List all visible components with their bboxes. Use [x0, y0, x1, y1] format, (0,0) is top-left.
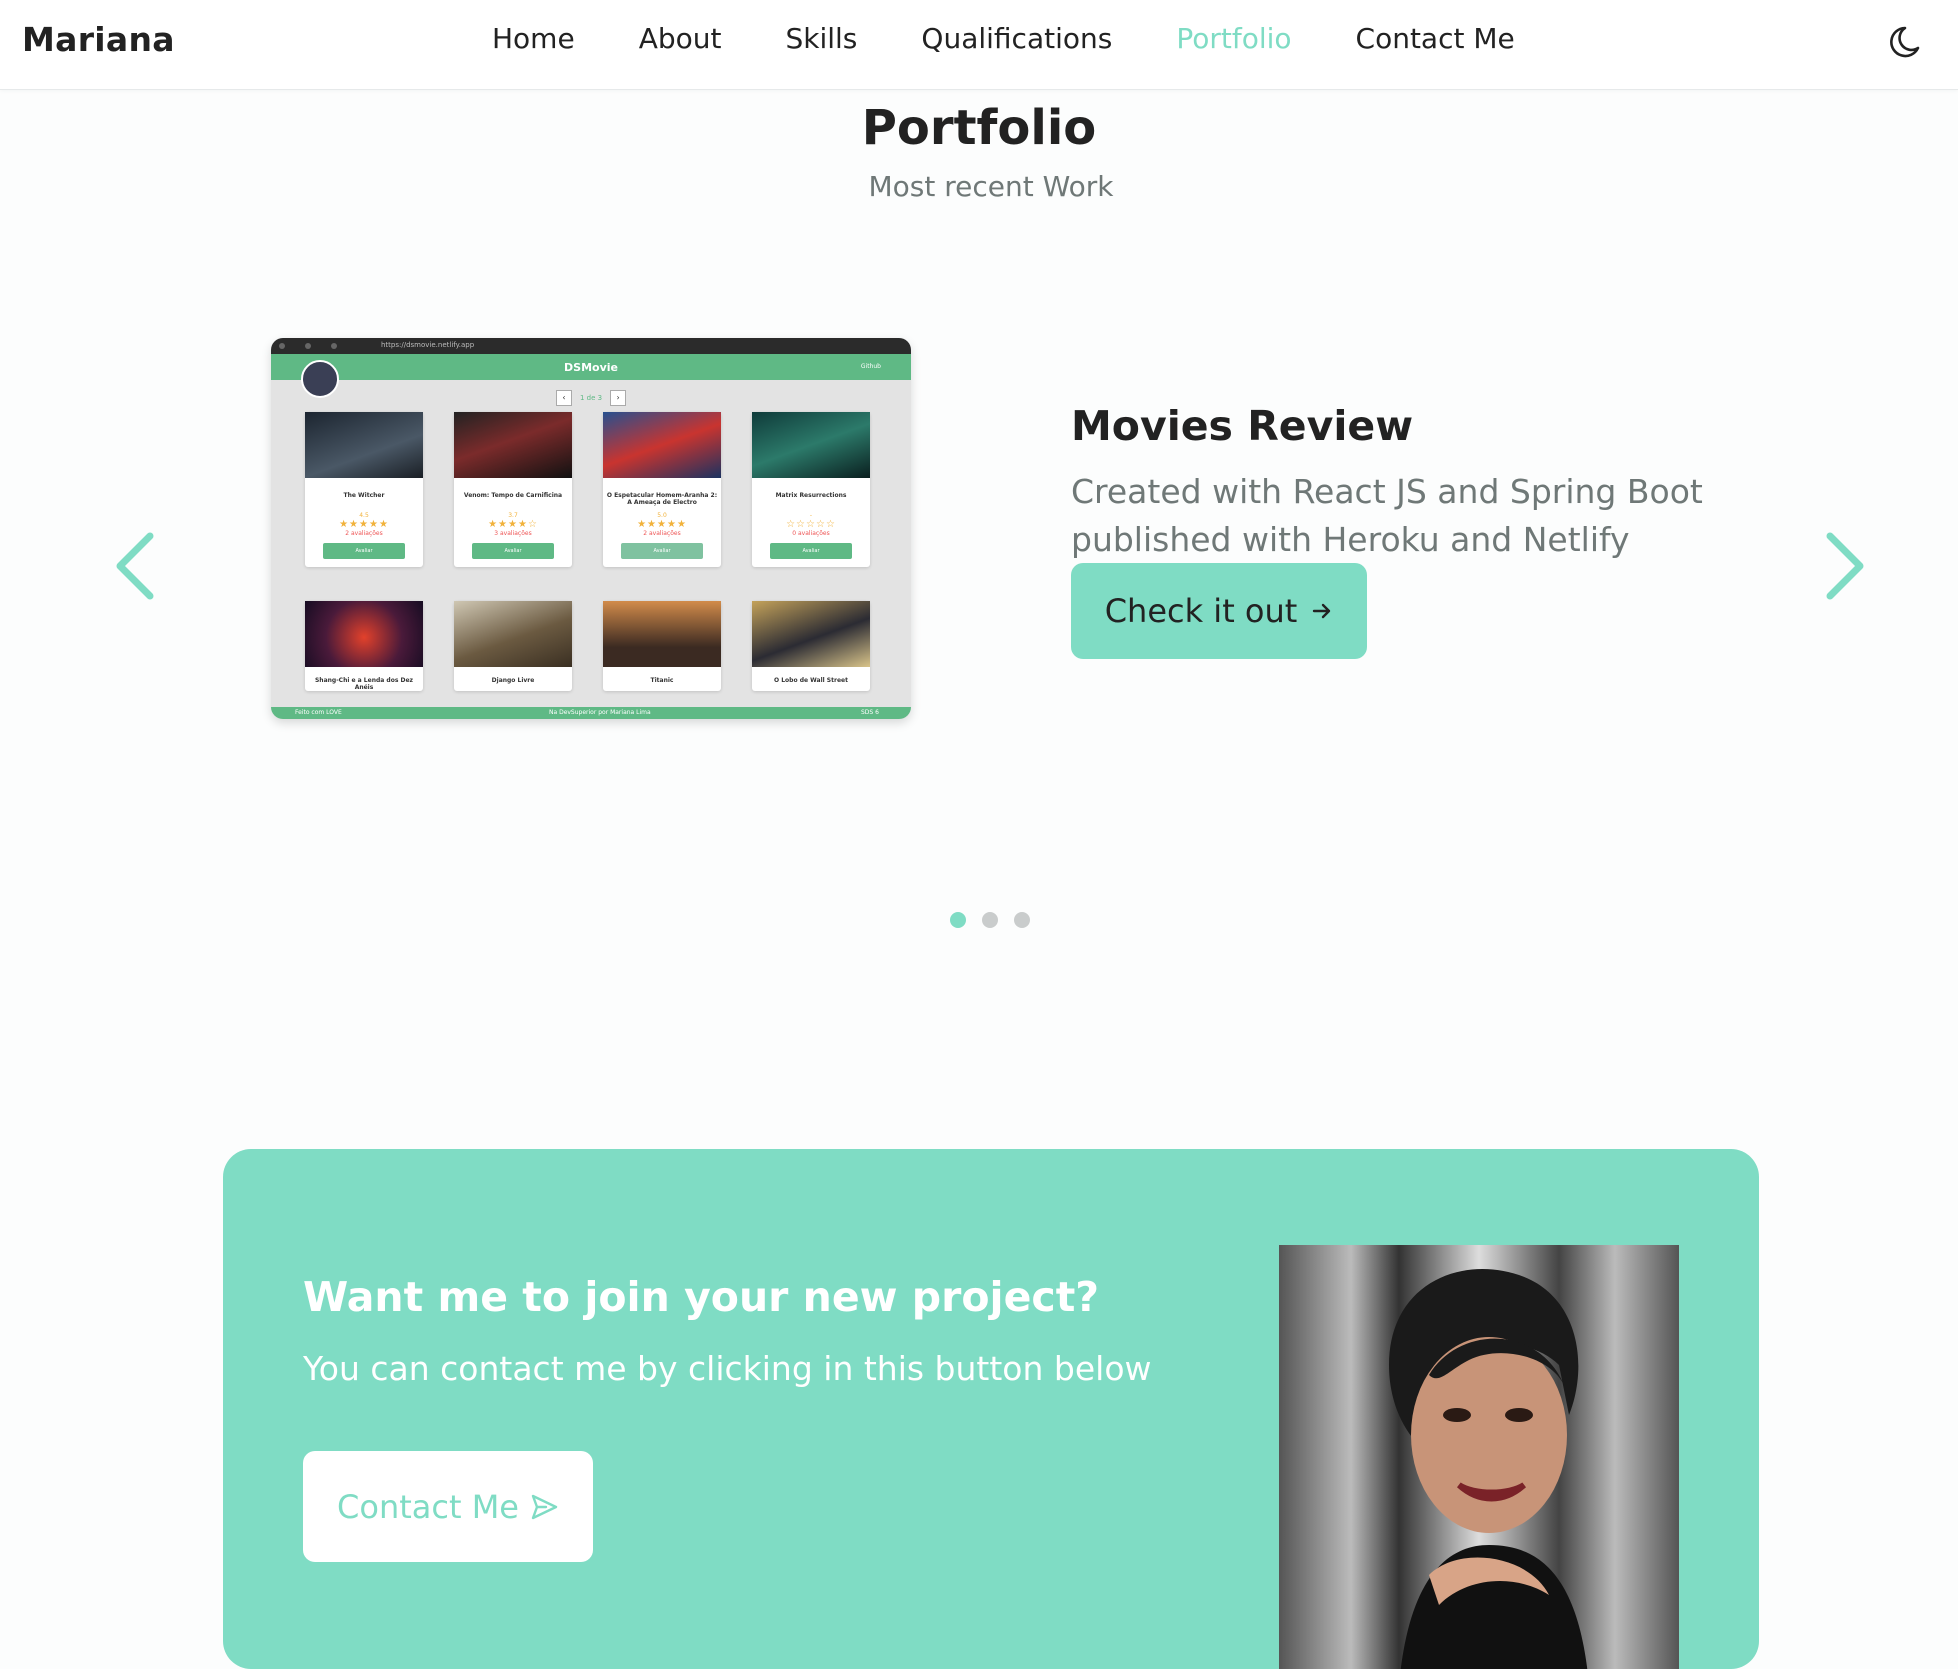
movie-card: Venom: Tempo de Carnificina 3.7 ★★★★☆ 3 …: [454, 412, 572, 567]
profile-portrait: [1279, 1245, 1679, 1669]
carousel-dot-1[interactable]: [950, 912, 966, 928]
carousel-pagination: [950, 912, 1030, 928]
logo[interactable]: Mariana: [22, 20, 175, 59]
movie-card: Titanic: [603, 601, 721, 691]
contact-banner: Want me to join your new project? You ca…: [223, 1149, 1759, 1669]
movie-card: Django Livre: [454, 601, 572, 691]
movie-card: The Witcher 4.5 ★★★★★ 2 avaliações Avali…: [305, 412, 423, 567]
chevron-left-icon[interactable]: [112, 530, 162, 602]
banner-title: Want me to join your new project?: [303, 1273, 1100, 1321]
chevron-left-icon: ‹: [556, 390, 572, 406]
movie-card: O Lobo de Wall Street: [752, 601, 870, 691]
app-logo-avatar: [301, 360, 339, 398]
nav-portfolio[interactable]: Portfolio: [1176, 22, 1291, 55]
movie-card: Shang-Chi e a Lenda dos Dez Anéis: [305, 601, 423, 691]
moon-icon[interactable]: [1888, 22, 1928, 62]
banner-subtitle: You can contact me by clicking in this b…: [303, 1349, 1152, 1388]
nav-home[interactable]: Home: [492, 22, 575, 55]
project-description: Created with React JS and Spring Boot pu…: [1071, 472, 1703, 559]
carousel-dot-3[interactable]: [1014, 912, 1030, 928]
nav-qualifications[interactable]: Qualifications: [921, 22, 1112, 55]
nav-about[interactable]: About: [639, 22, 722, 55]
app-footer: Feito com LOVE Na DevSuperior por Marian…: [271, 707, 911, 719]
carousel-dot-2[interactable]: [982, 912, 998, 928]
movie-card: O Espetacular Homem-Aranha 2: A Ameaça d…: [603, 412, 721, 567]
portrait-illustration: [1389, 1269, 1588, 1669]
send-icon: [531, 1494, 558, 1519]
project-title: Movies Review: [1071, 402, 1414, 450]
browser-url: https://dsmovie.netlify.app: [381, 341, 475, 349]
chevron-right-icon: ›: [610, 390, 627, 406]
check-it-out-button[interactable]: Check it out: [1071, 563, 1367, 659]
contact-me-button[interactable]: Contact Me: [303, 1451, 593, 1562]
project-screenshot: https://dsmovie.netlify.app DSMovie Gith…: [271, 338, 911, 719]
nav-contact[interactable]: Contact Me: [1356, 22, 1515, 55]
movie-card: Matrix Resurrections - ☆☆☆☆☆ 0 avaliaçõe…: [752, 412, 870, 567]
nav-skills[interactable]: Skills: [785, 22, 857, 55]
github-link: Github: [860, 363, 881, 370]
section-subtitle: Most recent Work: [868, 170, 1114, 203]
arrow-right-icon: [1313, 603, 1331, 619]
app-pager: ‹ 1 de 3 ›: [548, 390, 634, 406]
section-title: Portfolio: [861, 100, 1097, 156]
header: Mariana Home About Skills Qualifications…: [0, 0, 1958, 90]
chevron-right-icon[interactable]: [1818, 530, 1868, 602]
app-navbar: DSMovie Github: [271, 354, 911, 380]
app-brand: DSMovie: [564, 361, 618, 374]
main-nav: Home About Skills Qualifications Portfol…: [492, 22, 1579, 55]
browser-bar: https://dsmovie.netlify.app: [271, 338, 911, 354]
